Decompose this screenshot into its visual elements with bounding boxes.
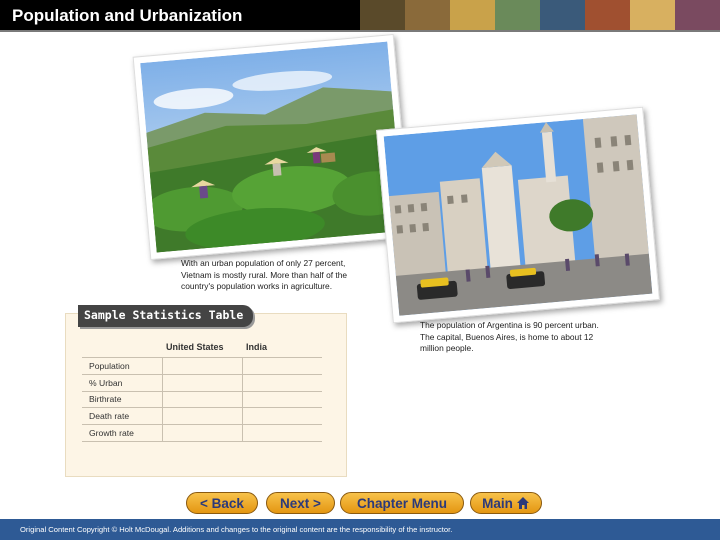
header-divider [0, 30, 720, 32]
banner-segment [405, 0, 450, 30]
table-row: Population [82, 357, 322, 375]
row-label: Birthrate [82, 391, 163, 409]
copyright-text: Original Content Copyright © Holt McDoug… [20, 525, 453, 534]
row-label: % Urban [82, 374, 163, 392]
table-cell [162, 357, 243, 375]
table-header-india: India [242, 342, 322, 358]
table-cell [162, 374, 243, 392]
vietnam-tea-field-photo [132, 33, 412, 261]
row-label: Growth rate [82, 424, 163, 442]
table-row: Death rate [82, 407, 322, 426]
page-title: Population and Urbanization [12, 6, 243, 25]
sample-statistics-panel: United States India Population % Urban B… [66, 314, 346, 476]
footer-bar: Original Content Copyright © Holt McDoug… [0, 519, 720, 540]
chapter-menu-button[interactable]: Chapter Menu [340, 492, 464, 514]
back-button-label: < Back [200, 495, 244, 511]
table-cell [242, 357, 322, 375]
statistics-table-label: Sample Statistics Table [78, 305, 254, 327]
banner-segment [630, 0, 675, 30]
table-cell [162, 424, 243, 442]
banner-segment [450, 0, 495, 30]
next-button-label: Next > [280, 495, 321, 511]
banner-segment [360, 0, 405, 30]
header-banner-image [360, 0, 720, 30]
banner-segment [585, 0, 630, 30]
table-cell [242, 424, 322, 442]
table-header-blank [82, 342, 162, 358]
table-cell [162, 391, 243, 409]
table-row: % Urban [82, 374, 322, 392]
chapter-menu-label: Chapter Menu [356, 495, 447, 511]
argentina-caption: The population of Argentina is 90 percen… [420, 320, 599, 354]
table-header-united-states: United States [162, 342, 242, 358]
main-button[interactable]: Main [470, 492, 542, 514]
main-button-label: Main [482, 495, 513, 511]
banner-segment [675, 0, 720, 30]
row-label: Population [82, 357, 163, 375]
banner-segment [540, 0, 585, 30]
header-bar: Population and Urbanization [0, 0, 720, 32]
home-icon [516, 497, 529, 509]
back-button[interactable]: < Back [186, 492, 258, 514]
banner-segment [495, 0, 540, 30]
table-cell [242, 391, 322, 409]
table-cell [242, 374, 322, 392]
row-label: Death rate [82, 407, 163, 426]
vietnam-caption: With an urban population of only 27 perc… [181, 258, 348, 292]
table-cell [242, 407, 322, 426]
table-row: Growth rate [82, 424, 322, 442]
buenos-aires-photo [376, 106, 660, 324]
statistics-table: United States India Population % Urban B… [82, 342, 322, 442]
next-button[interactable]: Next > [266, 492, 335, 514]
table-row: Birthrate [82, 391, 322, 409]
table-cell [162, 407, 243, 426]
